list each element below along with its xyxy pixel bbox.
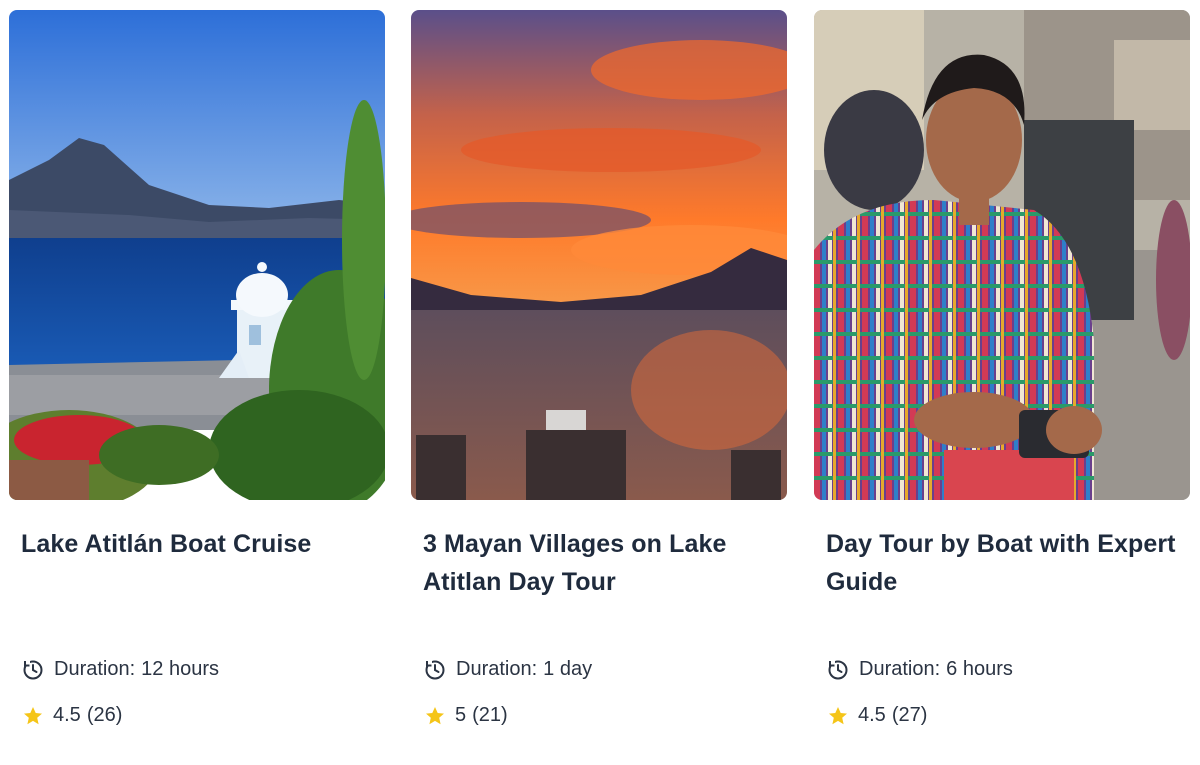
tour-photo-sunset-lake[interactable] [411,10,787,500]
clock-icon [22,658,44,681]
rating-score: 4.5 [858,704,886,726]
tour-title[interactable]: Lake Atitlán Boat Cruise [21,525,371,563]
rating-score: 5 [455,704,467,726]
duration-label: Duration: [456,658,538,680]
review-count: (21) [472,704,508,726]
duration-row: Duration: 6 hours [827,658,1013,681]
rating-row: 4.5 (27) [827,704,927,727]
duration-value: 12 hours [141,658,219,680]
star-icon [424,705,446,727]
tour-photo-lake-volcano[interactable] [9,10,385,500]
rating-score: 4.5 [53,704,81,726]
review-count: (27) [891,704,928,726]
clock-icon [827,658,849,681]
duration-label: Duration: [54,658,136,680]
rating-row: 4.5 (26) [22,704,122,727]
review-count: (26) [86,704,123,726]
tour-card-3[interactable]: Day Tour by Boat with Expert Guide Durat… [814,10,1190,750]
rating-row: 5 (21) [424,704,508,727]
star-icon [22,705,44,727]
tour-photo-woman-market[interactable] [814,10,1190,500]
duration-row: Duration: 1 day [424,658,592,681]
clock-icon [424,658,446,681]
tour-card-1[interactable]: Lake Atitlán Boat Cruise Duration: 12 ho… [9,10,385,750]
duration-value: 6 hours [946,658,1013,680]
star-icon [827,705,849,727]
duration-label: Duration: [859,658,941,680]
duration-value: 1 day [543,658,593,680]
tour-title[interactable]: 3 Mayan Villages on Lake Atitlan Day Tou… [423,525,773,601]
tour-card-2[interactable]: 3 Mayan Villages on Lake Atitlan Day Tou… [411,10,787,750]
duration-row: Duration: 12 hours [22,658,219,681]
tour-card-grid: Lake Atitlán Boat Cruise Duration: 12 ho… [0,0,1200,765]
tour-title[interactable]: Day Tour by Boat with Expert Guide [826,525,1176,601]
